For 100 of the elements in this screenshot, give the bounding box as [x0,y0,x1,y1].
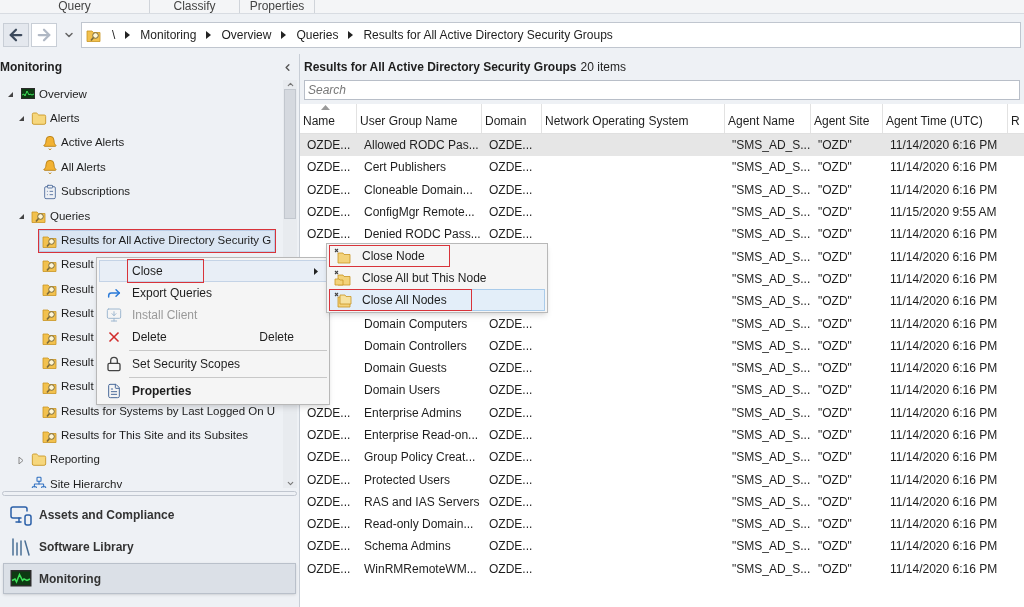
menu-item-label: Close Node [362,248,425,265]
table-cell: "OZD" [818,517,852,532]
table-cell: "SMS_AD_S... [732,539,811,554]
table-cell: 11/14/2020 6:16 PM [890,227,998,242]
table-cell: 11/14/2020 6:16 PM [890,271,998,286]
table-cell: "OZD" [818,182,852,197]
table-cell: OZDE... [307,472,351,487]
table-cell: Enterprise Read-on... [364,428,479,442]
results-title: Results for All Active Directory Security Groups [304,59,577,76]
table-cell: 11/15/2020 9:55 AM [890,205,997,220]
menu-item-label: Export Queries [131,285,214,302]
table-cell: "OZD" [818,361,852,376]
table-cell: "OZD" [818,450,852,465]
table-cell: "SMS_AD_S... [732,160,811,175]
table-cell: "OZD" [818,428,852,442]
table-cell: 11/14/2020 6:16 PM [890,294,998,309]
table-cell: Domain Computers [364,316,468,331]
table-cell: 11/14/2020 6:16 PM [890,561,998,576]
table-cell: OZDE... [307,450,351,465]
table-cell: OZDE... [489,561,533,576]
table-cell: "OZD" [818,316,852,331]
table-cell: 11/14/2020 6:16 PM [890,517,998,532]
ribbon-group-label: Query [0,0,150,13]
table-cell: OZDE... [307,205,351,220]
table-cell: Read-only Domain... [364,517,474,532]
table-cell: 11/14/2020 6:16 PM [890,138,998,153]
table-cell: 11/14/2020 6:16 PM [890,182,998,197]
table-cell: "SMS_AD_S... [732,294,811,309]
table-cell: 11/14/2020 6:16 PM [890,472,998,487]
table-cell: 11/14/2020 6:16 PM [890,383,998,398]
table-cell: 11/14/2020 6:16 PM [890,450,998,465]
table-cell: OZDE... [489,494,533,509]
table-cell: "SMS_AD_S... [732,227,811,242]
menu-item-label: Install Client [131,307,199,324]
table-cell: Schema Admins [364,539,451,554]
table-cell: "OZD" [818,294,852,309]
table-cell: "OZD" [818,383,852,398]
table-cell: "OZD" [818,271,852,286]
table-cell: 11/14/2020 6:16 PM [890,316,998,331]
table-cell: OZDE... [489,361,533,376]
table-cell: Protected Users [364,472,451,487]
table-cell: OZDE... [489,205,533,220]
table-cell: "SMS_AD_S... [732,338,811,353]
table-cell: 11/14/2020 6:16 PM [890,338,998,353]
shortcut-label: Delete [259,329,294,346]
table-cell: "SMS_AD_S... [732,182,811,197]
menu-item-label: Properties [131,383,193,400]
table-cell: "OZD" [818,227,852,242]
table-cell: OZDE... [489,138,533,153]
table-cell: Cloneable Domain... [364,182,473,197]
table-cell: Domain Users [364,383,441,398]
table-cell: "OZD" [818,338,852,353]
table-cell: Group Policy Creat... [364,450,476,465]
table-cell: OZDE... [307,227,351,242]
table-cell: "OZD" [818,138,852,153]
table-cell: 11/14/2020 6:16 PM [890,428,998,442]
table-cell: "SMS_AD_S... [732,271,811,286]
ribbon-group-label: Properties [240,0,315,13]
table-cell: OZDE... [307,517,351,532]
table-cell: "OZD" [818,494,852,509]
table-cell: OZDE... [307,494,351,509]
table-cell: ConfigMgr Remote... [364,205,475,220]
table-cell: "SMS_AD_S... [732,428,811,442]
table-cell: "OZD" [818,249,852,264]
table-cell: "OZD" [818,160,852,175]
table-cell: "SMS_AD_S... [732,383,811,398]
menu-item-label: Close All but This Node [362,270,487,287]
table-cell: OZDE... [307,428,351,442]
table-cell: OZDE... [489,539,533,554]
table-cell: OZDE... [489,383,533,398]
menu-item-label: Close All Nodes [362,292,447,309]
table-cell: 11/14/2020 6:16 PM [890,539,998,554]
table-cell: 11/14/2020 6:16 PM [890,405,998,420]
table-cell: "SMS_AD_S... [732,205,811,220]
table-cell: 11/14/2020 6:16 PM [890,361,998,376]
table-cell: OZDE... [307,561,351,576]
table-cell: Domain Controllers [364,338,467,353]
menu-item-label: Set Security Scopes [131,356,242,373]
item-count: 20 items [580,59,626,76]
table-cell: Enterprise Admins [364,405,462,420]
table-cell: OZDE... [489,472,533,487]
table-cell: OZDE... [307,160,351,175]
table-cell: OZDE... [489,405,533,420]
table-cell: "SMS_AD_S... [732,138,811,153]
table-cell: OZDE... [489,182,533,197]
table-cell: OZDE... [489,517,533,532]
table-cell: "SMS_AD_S... [732,450,811,465]
table-cell: OZDE... [307,138,351,153]
table-cell: "OZD" [818,561,852,576]
table-cell: 11/14/2020 6:16 PM [890,160,998,175]
table-cell: OZDE... [489,316,533,331]
table-cell: "SMS_AD_S... [732,561,811,576]
table-cell: OZDE... [307,539,351,554]
table-cell: RAS and IAS Servers [364,494,480,509]
table-cell: Allowed RODC Pas... [364,138,479,153]
table-cell: OZDE... [489,428,533,442]
pane-title: Monitoring [0,59,62,76]
table-cell: OZDE... [307,405,351,420]
table-cell: "SMS_AD_S... [732,405,811,420]
table-cell: "OZD" [818,405,852,420]
